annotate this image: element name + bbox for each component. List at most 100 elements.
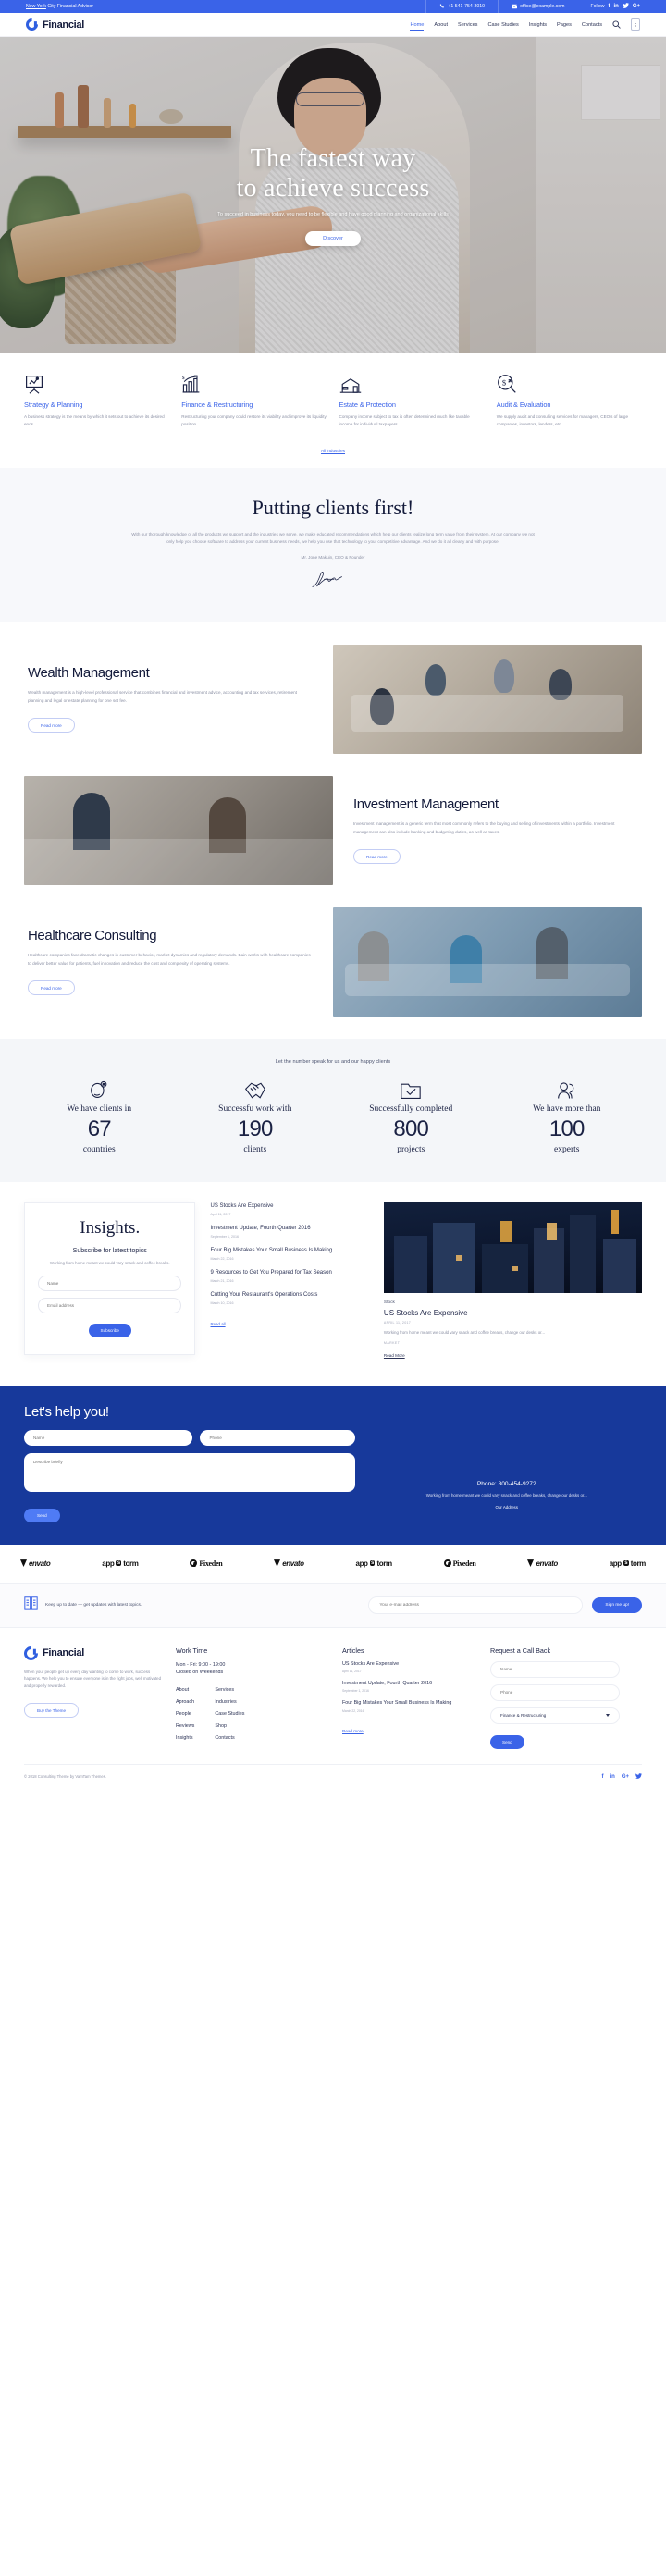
help-describe-textarea[interactable]	[24, 1452, 355, 1492]
subscribe-bar: Keep up to date — get updates with lates…	[0, 1582, 666, 1628]
subscribe-email-input[interactable]	[38, 1297, 182, 1313]
sign-me-up-button[interactable]: Sign me up!	[592, 1596, 642, 1613]
featured-category: Stock	[383, 1300, 395, 1306]
footer-link-industries[interactable]: Industries	[215, 1699, 244, 1705]
linkedin-icon[interactable]: in	[613, 4, 618, 9]
callback-service-select[interactable]: Finance & Restructuring	[490, 1707, 620, 1724]
hero-section: The fastest way to achieve success To su…	[0, 37, 666, 353]
appstorm-logo: app s torm	[355, 1559, 393, 1568]
feature-row-healthcare: Healthcare Consulting Healthcare compani…	[0, 906, 666, 1017]
buy-the-theme-button[interactable]: Buy the Theme	[24, 1703, 80, 1719]
footer-read-more-link[interactable]: Read more	[342, 1729, 364, 1733]
article-date: April 11, 2017	[342, 1670, 362, 1674]
footer-brand[interactable]: Financial	[20, 1643, 165, 1663]
city-skyline-night-photo	[383, 1202, 642, 1294]
clients-paragraph: With our thorough knowledge of all the p…	[131, 531, 535, 545]
service-text: A business strategy is the means by whic…	[24, 414, 165, 426]
list-item[interactable]: Investment Update, Fourth Quarter 2016 S…	[210, 1225, 368, 1239]
footer-link-case-studies[interactable]: Case Studies	[215, 1711, 244, 1717]
footer-about-column: Financial When your people get up every …	[20, 1643, 165, 1749]
footer-link-people[interactable]: People	[176, 1711, 194, 1717]
list-item[interactable]: Investment Update, Fourth Quarter 2016 S…	[342, 1681, 479, 1693]
clients-first-section: Putting clients first! With our thorough…	[0, 467, 666, 622]
featured-date: APRIL 11, 2017	[383, 1321, 412, 1325]
callback-phone-input[interactable]	[490, 1683, 620, 1701]
nav-item-pages[interactable]: Pages	[557, 22, 572, 28]
feature-row-investment: Investment Management Investment managem…	[0, 775, 666, 885]
footer-link-aproach[interactable]: Aproach	[176, 1699, 194, 1705]
googleplus-icon[interactable]: G+	[633, 4, 640, 9]
financial-logo-icon	[20, 1643, 42, 1663]
linkedin-icon[interactable]: in	[610, 1774, 614, 1780]
insight-title: Investment Update, Fourth Quarter 2016	[210, 1226, 311, 1232]
insight-title: Four Big Mistakes Your Small Business Is…	[210, 1248, 333, 1254]
service-card-finance[interactable]: $ Finance & Restructuring Restructuring …	[181, 374, 327, 428]
read-all-link[interactable]: Read all	[210, 1322, 225, 1326]
list-item[interactable]: Four Big Mistakes Your Small Business Is…	[342, 1700, 479, 1712]
service-card-audit[interactable]: $ Audit & Evaluation We supply audit and…	[497, 374, 642, 428]
service-card-estate[interactable]: Estate & Protection Company income subje…	[339, 374, 485, 428]
list-item[interactable]: 9 Resources to Get You Prepared for Tax …	[210, 1269, 368, 1283]
help-name-input[interactable]	[24, 1429, 193, 1446]
list-item[interactable]: Cutting Your Restaurant's Operations Cos…	[210, 1291, 368, 1305]
topbar-phone[interactable]: +1 541-754-3010	[426, 0, 498, 13]
stat-top-text: Successfu work with	[218, 1103, 292, 1114]
nav-item-insights[interactable]: Insights	[529, 22, 547, 28]
brand-logo[interactable]: Financial	[23, 16, 84, 33]
nav-item-services[interactable]: Services	[458, 22, 477, 28]
footer-articles-column: Articles US Stocks Are Expensive April 1…	[342, 1646, 479, 1749]
tagline-link[interactable]: New York	[26, 4, 46, 9]
service-card-strategy[interactable]: Strategy & Planning A business strategy …	[24, 374, 169, 428]
our-address-link[interactable]: Our Address	[496, 1505, 518, 1510]
articles-heading: Articles	[342, 1645, 364, 1655]
googleplus-icon[interactable]: G+	[622, 1774, 629, 1780]
discover-button[interactable]: Discover	[305, 230, 361, 246]
services-grid: Strategy & Planning A business strategy …	[24, 374, 642, 428]
feature-title: Investment Management	[353, 795, 499, 812]
footer-link-shop[interactable]: Shop	[215, 1723, 244, 1729]
footer-link-about[interactable]: About	[176, 1687, 194, 1693]
subscribe-button[interactable]: Subscribe	[88, 1323, 131, 1337]
chevron-down-icon	[606, 1714, 610, 1718]
healthcare-photo	[333, 906, 642, 1017]
presentation-chart-icon	[24, 374, 169, 394]
hero-title-line2: to achieve success	[236, 173, 430, 203]
stat-unit: experts	[554, 1145, 580, 1155]
feature-row-wealth: Wealth Management Wealth management is a…	[0, 644, 666, 754]
footer-link-services[interactable]: Services	[215, 1687, 244, 1693]
stat-unit: countries	[82, 1145, 116, 1155]
callback-name-input[interactable]	[490, 1660, 620, 1678]
read-more-button[interactable]: Read more	[28, 718, 75, 733]
facebook-icon[interactable]: f	[608, 4, 610, 9]
nav-item-home[interactable]: Home	[410, 22, 424, 31]
footer-link-insights[interactable]: Insights	[176, 1735, 194, 1741]
nav-item-contacts[interactable]: Contacts	[582, 22, 602, 28]
help-phone-input[interactable]	[200, 1429, 355, 1446]
footer-link-reviews[interactable]: Reviews	[176, 1723, 194, 1729]
subscribe-bar-email-input[interactable]	[368, 1596, 584, 1614]
search-icon[interactable]	[612, 20, 621, 29]
cart-icon[interactable]: ⌄ 0	[631, 18, 640, 31]
twitter-icon[interactable]	[635, 1772, 642, 1781]
feature-title: Wealth Management	[28, 664, 150, 681]
list-item[interactable]: US Stocks Are Expensive April 11, 2017	[210, 1202, 368, 1216]
nav-item-about[interactable]: About	[434, 22, 448, 28]
nav-item-case-studies[interactable]: Case Studies	[487, 22, 518, 28]
list-item[interactable]: US Stocks Are Expensive April 11, 2017	[342, 1661, 479, 1673]
article-title: Investment Update, Fourth Quarter 2016	[342, 1681, 433, 1687]
read-more-button[interactable]: Read more	[28, 980, 75, 996]
all-industries-link[interactable]: All industries	[321, 449, 345, 453]
footer-link-contacts[interactable]: Contacts	[215, 1735, 244, 1741]
help-send-button[interactable]: Send	[24, 1508, 60, 1522]
read-more-button[interactable]: Read more	[353, 849, 401, 865]
featured-read-more-link[interactable]: Read More	[384, 1353, 405, 1358]
callback-send-button[interactable]: Send	[490, 1734, 524, 1749]
appstorm-badge: s	[623, 1560, 629, 1567]
subscribe-name-input[interactable]	[38, 1275, 182, 1291]
twitter-icon[interactable]	[622, 3, 629, 10]
stat-number: 67	[87, 1116, 112, 1142]
topbar-email[interactable]: office@example.com	[498, 0, 577, 13]
facebook-icon[interactable]: f	[601, 1774, 603, 1780]
svg-text:$: $	[182, 375, 185, 381]
list-item[interactable]: Four Big Mistakes Your Small Business Is…	[210, 1247, 368, 1261]
